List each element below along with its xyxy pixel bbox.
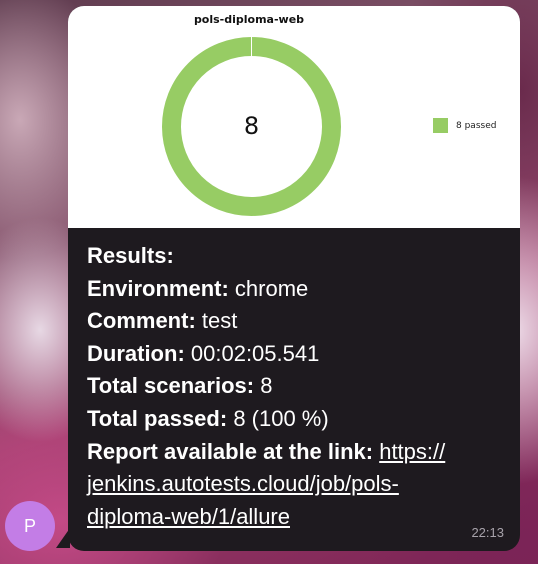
environment-value: chrome [234,275,309,301]
report-link-line2: jenkins.autotests.cloud/job/pols- [87,468,507,501]
message-time: 22:13 [471,525,504,540]
report-link-line3: diploma-web/1/allure [87,501,507,534]
total-scenarios-label: Total scenarios: [87,373,255,399]
report-link-part2[interactable]: jenkins.autotests.cloud/job/pols- [87,471,399,496]
legend-label-passed: 8 passed [456,120,497,131]
total-passed-value: 8 (100 %) [233,405,329,431]
total-scenarios-value: 8 [260,373,273,399]
environment-label: Environment: [87,275,229,301]
total-passed-label: Total passed: [87,405,228,431]
center-count: 8 [243,112,260,140]
report-chart-image[interactable]: pols-diploma-web 8 8 passed [68,6,520,228]
message-text: Results: Environment: chrome Comment: te… [87,240,507,533]
report-line: Report available at the link: https:// [87,436,507,469]
results-heading: Results: [87,243,174,268]
sender-avatar[interactable]: P [5,501,55,551]
duration-label: Duration: [87,340,185,366]
duration-value: 00:02:05.541 [190,340,320,366]
environment-line: Environment: chrome [87,273,507,306]
message-bubble[interactable]: pols-diploma-web 8 8 passed Results: Env… [68,6,520,551]
total-passed-line: Total passed: 8 (100 %) [87,403,507,436]
comment-line: Comment: test [87,305,507,338]
legend-swatch-passed [433,118,448,133]
report-link-part3[interactable]: diploma-web/1/allure [87,504,290,529]
duration-line: Duration: 00:02:05.541 [87,338,507,371]
chart-legend: 8 passed [433,118,496,133]
comment-value: test [201,308,238,334]
report-label: Report available at the link: [87,438,374,464]
chart-title: pols-diploma-web [193,13,305,26]
comment-label: Comment: [87,308,196,334]
total-scenarios-line: Total scenarios: 8 [87,370,507,403]
report-link-part1[interactable]: https:// [379,439,445,464]
